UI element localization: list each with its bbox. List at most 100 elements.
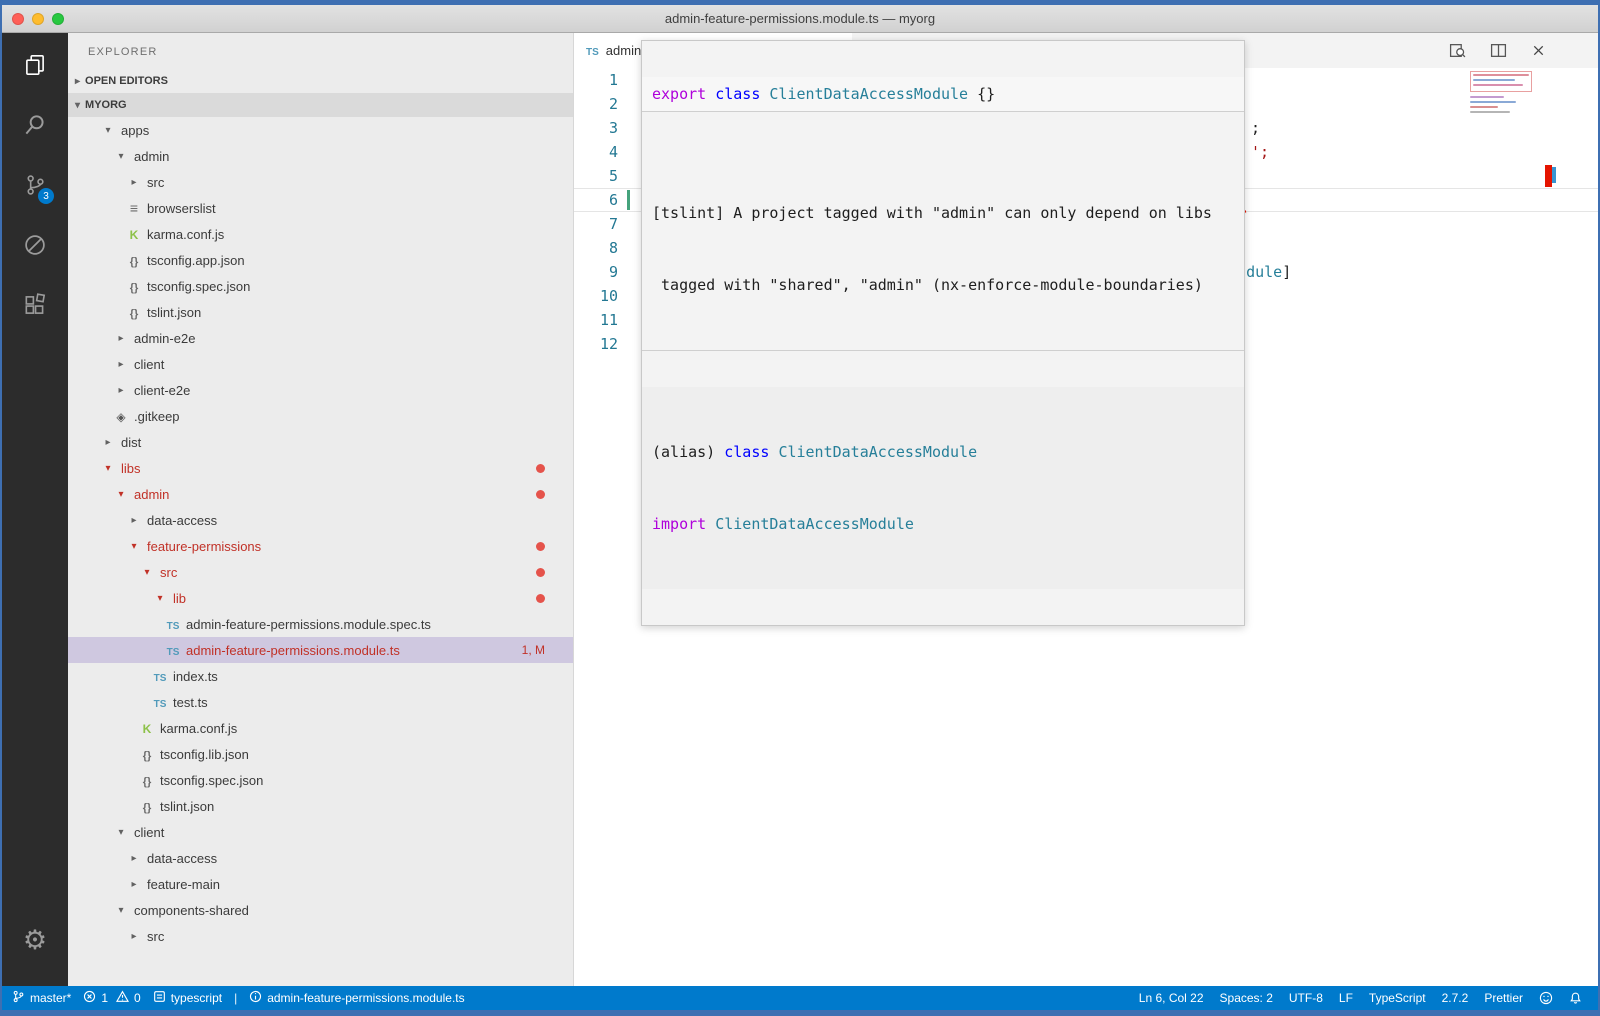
extensions-icon[interactable] bbox=[17, 287, 53, 323]
tree-file-.gitkeep[interactable]: .gitkeep bbox=[68, 403, 573, 429]
open-editors-section[interactable]: OPEN EDITORS bbox=[68, 69, 573, 93]
minimize-button[interactable] bbox=[32, 13, 44, 25]
tree-item-label: tsconfig.app.json bbox=[147, 253, 245, 268]
tree-item-label: admin bbox=[134, 149, 169, 164]
chevron-right-icon bbox=[125, 931, 143, 942]
tree-folder-data-access[interactable]: data-access bbox=[68, 845, 573, 871]
open-changes-icon[interactable] bbox=[1449, 42, 1466, 59]
tree-folder-client-e2e[interactable]: client-e2e bbox=[68, 377, 573, 403]
split-editor-icon[interactable] bbox=[1490, 42, 1507, 59]
tree-folder-feature-permissions[interactable]: feature-permissions bbox=[68, 533, 573, 559]
search-icon[interactable] bbox=[17, 107, 53, 143]
workspace-root-section[interactable]: MYORG bbox=[68, 93, 573, 117]
tree-item-label: client bbox=[134, 825, 164, 840]
tree-file-test.ts[interactable]: test.ts bbox=[68, 689, 573, 715]
tree-folder-src[interactable]: src bbox=[68, 923, 573, 949]
minimap[interactable] bbox=[1470, 71, 1532, 116]
ts-icon bbox=[151, 695, 169, 710]
tree-folder-admin[interactable]: admin bbox=[68, 143, 573, 169]
tree-item-label: data-access bbox=[147, 851, 217, 866]
tree-item-label: tslint.json bbox=[147, 305, 201, 320]
line-number: 11 bbox=[574, 308, 618, 332]
tree-folder-client[interactable]: client bbox=[68, 351, 573, 377]
eol-setting[interactable]: LF bbox=[1339, 991, 1353, 1005]
line-number: 3 bbox=[574, 116, 618, 140]
tree-item-label: src bbox=[147, 175, 164, 190]
overview-ruler-info-marker bbox=[1552, 167, 1556, 183]
json-icon bbox=[125, 279, 143, 294]
error-count[interactable]: 1 bbox=[83, 990, 108, 1006]
chevron-down-icon bbox=[99, 125, 117, 136]
tree-folder-client[interactable]: client bbox=[68, 819, 573, 845]
tree-item-label: lib bbox=[173, 591, 186, 606]
notifications-bell-icon[interactable] bbox=[1569, 991, 1582, 1005]
karma-icon bbox=[138, 721, 156, 736]
zoom-button[interactable] bbox=[52, 13, 64, 25]
chevron-right-icon bbox=[112, 359, 130, 370]
info-circle-icon bbox=[249, 990, 262, 1006]
status-bar: master* 1 0 typescript | admin-feature-p… bbox=[2, 986, 1598, 1010]
minimap-error-region bbox=[1470, 71, 1532, 92]
tree-folder-libs[interactable]: libs bbox=[68, 455, 573, 481]
tree-file-tsconfig.lib.json[interactable]: tsconfig.lib.json bbox=[68, 741, 573, 767]
chevron-down-icon bbox=[138, 567, 156, 578]
tree-folder-admin-e2e[interactable]: admin-e2e bbox=[68, 325, 573, 351]
line-number: 6 bbox=[574, 189, 618, 211]
hover-alias-line: (alias) class ClientDataAccessModule bbox=[652, 440, 1234, 464]
open-editors-label: OPEN EDITORS bbox=[85, 75, 168, 87]
tree-folder-src[interactable]: src bbox=[68, 559, 573, 585]
ts-version[interactable]: 2.7.2 bbox=[1442, 991, 1469, 1005]
tree-file-tsconfig.app.json[interactable]: tsconfig.app.json bbox=[68, 247, 573, 273]
warning-count[interactable]: 0 bbox=[116, 990, 141, 1006]
cursor-position[interactable]: Ln 6, Col 22 bbox=[1139, 991, 1204, 1005]
formatter-status[interactable]: Prettier bbox=[1484, 991, 1523, 1005]
tree-item-label: src bbox=[147, 929, 164, 944]
tree-folder-src[interactable]: src bbox=[68, 169, 573, 195]
explorer-icon[interactable] bbox=[17, 47, 53, 83]
tree-file-admin-feature-permissions.module.ts[interactable]: admin-feature-permissions.module.ts1, M bbox=[68, 637, 573, 663]
debug-icon[interactable] bbox=[17, 227, 53, 263]
tree-item-label: index.ts bbox=[173, 669, 218, 684]
tree-item-label: src bbox=[160, 565, 177, 580]
chevron-down-icon bbox=[112, 905, 130, 916]
tree-item-label: admin-e2e bbox=[134, 331, 195, 346]
tree-file-tsconfig.spec.json[interactable]: tsconfig.spec.json bbox=[68, 767, 573, 793]
chevron-right-icon bbox=[112, 333, 130, 344]
problem-file-status[interactable]: admin-feature-permissions.module.ts bbox=[249, 990, 464, 1006]
indentation-setting[interactable]: Spaces: 2 bbox=[1220, 991, 1273, 1005]
error-count-value: 1 bbox=[101, 991, 108, 1005]
encoding-setting[interactable]: UTF-8 bbox=[1289, 991, 1323, 1005]
source-control-icon[interactable]: 3 bbox=[17, 167, 53, 203]
linter-status[interactable]: typescript bbox=[153, 990, 222, 1006]
tree-file-tslint.json[interactable]: tslint.json bbox=[68, 793, 573, 819]
tree-file-karma.conf.js[interactable]: karma.conf.js bbox=[68, 715, 573, 741]
tree-file-admin-feature-permissions.module.spec.ts[interactable]: admin-feature-permissions.module.spec.ts bbox=[68, 611, 573, 637]
tree-item-label: apps bbox=[121, 123, 149, 138]
chevron-right-icon bbox=[125, 177, 143, 188]
tree-folder-lib[interactable]: lib bbox=[68, 585, 573, 611]
overview-ruler-error-marker bbox=[1545, 165, 1552, 187]
branch-indicator[interactable]: master* bbox=[12, 990, 71, 1006]
tree-folder-apps[interactable]: apps bbox=[68, 117, 573, 143]
tree-folder-feature-main[interactable]: feature-main bbox=[68, 871, 573, 897]
close-button[interactable] bbox=[12, 13, 24, 25]
hover-lint-message: [tslint] A project tagged with "admin" c… bbox=[642, 148, 1244, 351]
tree-folder-admin[interactable]: admin bbox=[68, 481, 573, 507]
tree-folder-data-access[interactable]: data-access bbox=[68, 507, 573, 533]
close-editor-icon[interactable] bbox=[1531, 43, 1546, 58]
tree-folder-dist[interactable]: dist bbox=[68, 429, 573, 455]
ts-icon bbox=[164, 643, 182, 658]
tree-file-tslint.json[interactable]: tslint.json bbox=[68, 299, 573, 325]
line-number: 5 bbox=[574, 164, 618, 188]
tree-file-index.ts[interactable]: index.ts bbox=[68, 663, 573, 689]
tree-file-tsconfig.spec.json[interactable]: tsconfig.spec.json bbox=[68, 273, 573, 299]
tree-file-karma.conf.js[interactable]: karma.conf.js bbox=[68, 221, 573, 247]
tree-folder-components-shared[interactable]: components-shared bbox=[68, 897, 573, 923]
language-mode[interactable]: TypeScript bbox=[1369, 991, 1426, 1005]
tree-file-browserslist[interactable]: browserslist bbox=[68, 195, 573, 221]
problem-file-name: admin-feature-permissions.module.ts bbox=[267, 991, 464, 1005]
error-dot-icon bbox=[536, 464, 545, 473]
editor-area: admin-feature-permissions.module.ts 123;… bbox=[573, 33, 1598, 986]
settings-gear-icon[interactable] bbox=[17, 922, 53, 958]
feedback-smiley-icon[interactable] bbox=[1539, 991, 1553, 1005]
